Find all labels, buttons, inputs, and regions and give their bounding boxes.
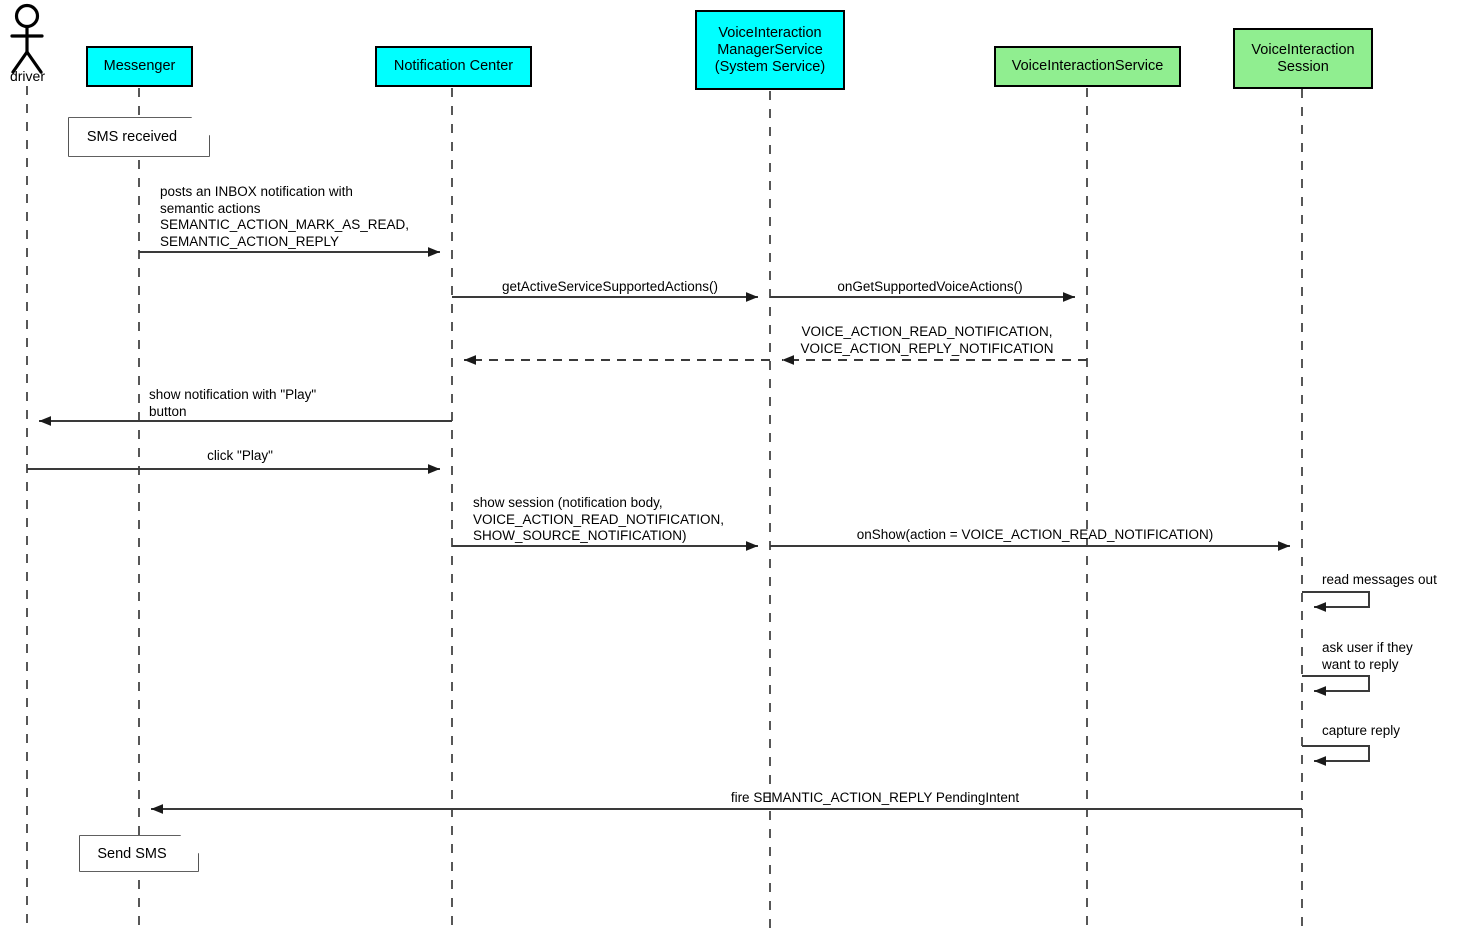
participant-voiceinteraction-manager-service-label: VoiceInteraction ManagerService (System … [714, 24, 826, 75]
participant-voiceinteraction-service-label: VoiceInteractionService [1011, 58, 1164, 74]
message-arrow-m10 [1302, 591, 1370, 612]
participant-voiceinteraction-manager-service[interactable]: VoiceInteraction ManagerService (System … [695, 10, 845, 90]
actor-driver-icon [10, 3, 44, 74]
message-label-m2: getActiveServiceSupportedActions() [501, 279, 719, 294]
message-label-m9: onShow(action = VOICE_ACTION_READ_NOTIFI… [856, 527, 1214, 542]
message-arrow-m12 [1302, 745, 1370, 766]
actor-driver-name: driver [9, 68, 45, 84]
message-arrow-m11 [1302, 675, 1370, 696]
note-send-sms: Send SMS [80, 836, 198, 871]
message-label-m6: show notification with "Play" button [149, 387, 317, 419]
participant-notification-center[interactable]: Notification Center [375, 46, 532, 87]
note-send-sms-text: Send SMS [97, 845, 167, 862]
message-label-m11: ask user if they want to reply [1322, 640, 1413, 672]
actor-driver-label: driver [0, 68, 55, 84]
message-label-m7: click "Play" [207, 448, 273, 463]
message-label-m8: show session (notification body, VOICE_A… [473, 495, 725, 543]
note-sms-received-text: SMS received [86, 129, 178, 145]
participant-voiceinteraction-service[interactable]: VoiceInteractionService [994, 46, 1181, 87]
participant-voiceinteraction-session[interactable]: VoiceInteraction Session [1233, 28, 1373, 89]
participant-messenger[interactable]: Messenger [86, 46, 193, 87]
participant-notification-center-label: Notification Center [393, 58, 514, 74]
participant-voiceinteraction-session-label: VoiceInteraction Session [1251, 41, 1355, 75]
message-label-m13: fire SEMANTIC_ACTION_REPLY PendingIntent [730, 790, 1020, 805]
sequence-diagram: Messenger Notification Center VoiceInter… [0, 0, 1457, 929]
note-sms-received: SMS received [69, 118, 209, 156]
message-label-m3: onGetSupportedVoiceActions() [837, 279, 1023, 294]
message-label-m12: capture reply [1322, 723, 1401, 738]
message-label-m1: posts an INBOX notification with semanti… [160, 184, 410, 249]
message-label-m4: VOICE_ACTION_READ_NOTIFICATION, VOICE_AC… [800, 324, 1054, 356]
message-label-m10: read messages out [1322, 572, 1437, 587]
participant-messenger-label: Messenger [103, 58, 176, 74]
